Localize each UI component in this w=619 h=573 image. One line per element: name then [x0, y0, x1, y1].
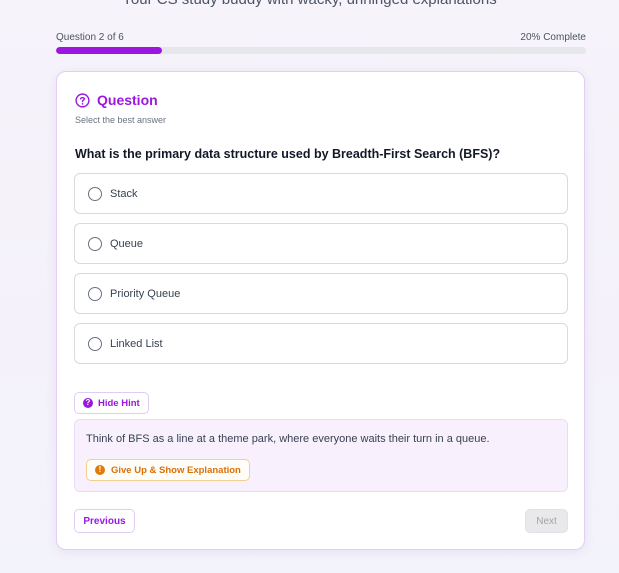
give-up-label: Give Up & Show Explanation — [111, 464, 241, 476]
answer-option-label: Linked List — [110, 337, 163, 350]
question-instruction: Select the best answer — [75, 115, 167, 125]
radio-button[interactable] — [88, 286, 102, 301]
question-circle-icon: ? — [83, 398, 93, 408]
radio-button[interactable] — [88, 186, 102, 201]
radio-button[interactable] — [88, 236, 102, 251]
answer-option-label: Priority Queue — [110, 287, 181, 300]
question-text: What is the primary data structure used … — [75, 147, 501, 161]
answer-option[interactable]: Queue — [74, 223, 568, 264]
radio-button[interactable] — [88, 336, 102, 351]
answer-option[interactable]: Stack — [74, 173, 568, 214]
answer-option[interactable]: Linked List — [74, 323, 568, 364]
give-up-button[interactable]: ! Give Up & Show Explanation — [86, 459, 250, 481]
question-circle-icon — [75, 92, 90, 108]
answer-options: Stack Queue Priority Queue Linked List — [74, 173, 568, 373]
hint-panel: Think of BFS as a line at a theme park, … — [74, 419, 568, 492]
hide-hint-label: Hide Hint — [98, 397, 140, 409]
question-header: Question — [75, 92, 158, 108]
answer-option-label: Stack — [110, 187, 138, 200]
question-heading: Question — [97, 92, 158, 108]
hint-text: Think of BFS as a line at a theme park, … — [86, 433, 490, 445]
hide-hint-button[interactable]: ? Hide Hint — [74, 392, 149, 414]
next-button[interactable]: Next — [525, 509, 568, 533]
answer-option[interactable]: Priority Queue — [74, 273, 568, 314]
progress-percent: 20% Complete — [520, 32, 586, 43]
question-counter: Question 2 of 6 — [56, 32, 124, 43]
exclamation-circle-icon: ! — [95, 465, 105, 475]
question-card: Question Select the best answer What is … — [56, 71, 585, 550]
progress-bar-fill — [56, 47, 162, 54]
progress-bar — [56, 47, 586, 54]
previous-button[interactable]: Previous — [74, 509, 135, 533]
app-subtitle: Your CS study buddy with wacky, unhinged… — [0, 0, 619, 8]
answer-option-label: Queue — [110, 237, 144, 250]
progress-meta: Question 2 of 6 20% Complete — [56, 32, 586, 43]
